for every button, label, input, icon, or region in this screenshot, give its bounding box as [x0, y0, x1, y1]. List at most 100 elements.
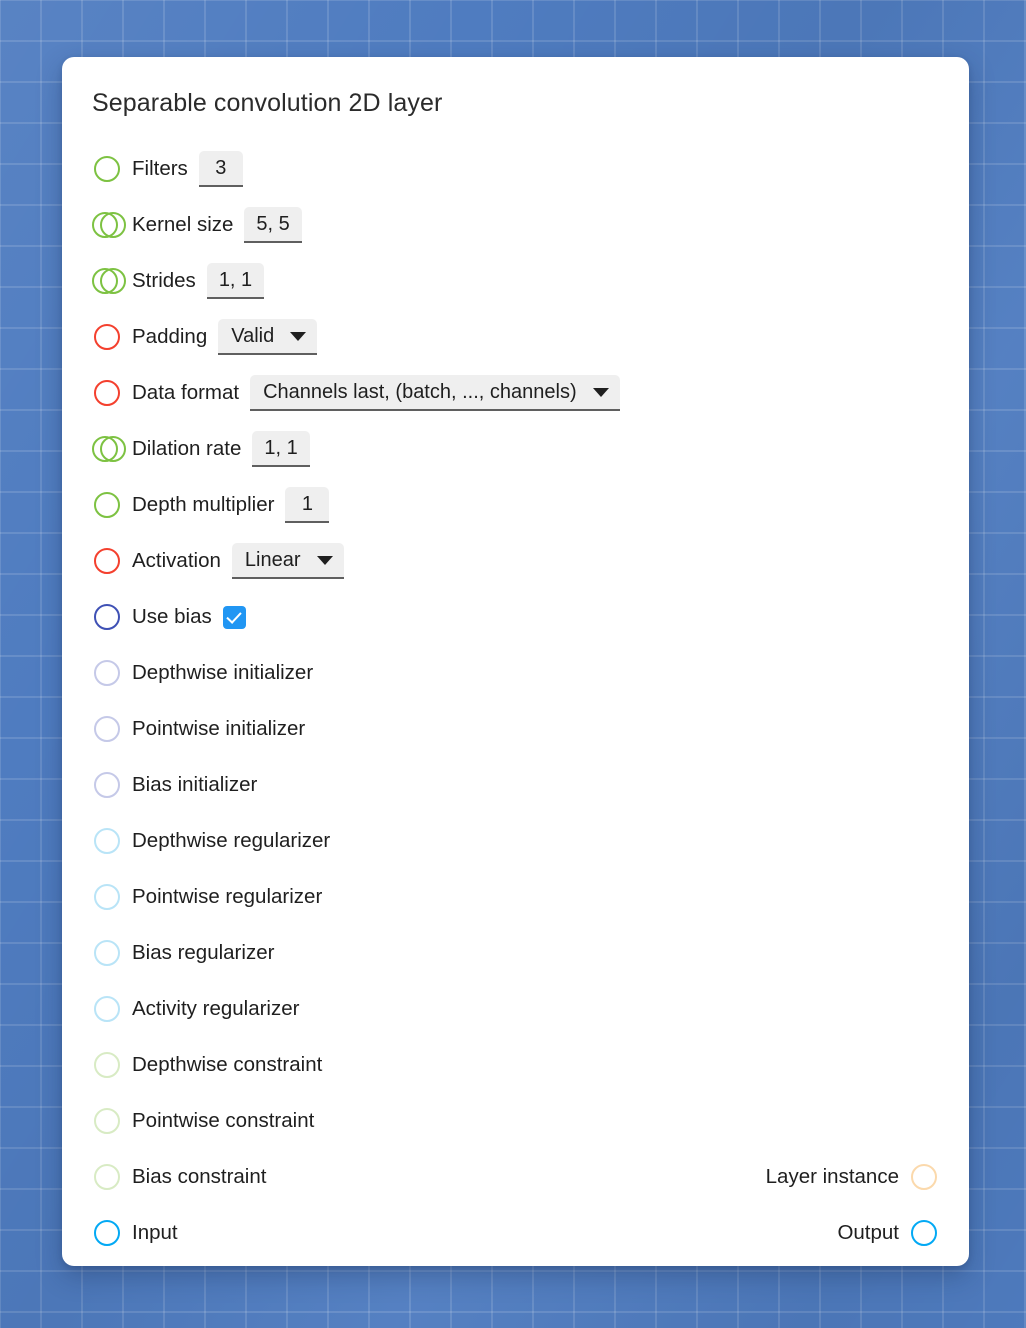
parameter-row-bias-initializer: Bias initializer	[92, 757, 939, 813]
port-ring-primary	[94, 884, 120, 910]
label-dilation-rate: Dilation rate	[132, 437, 242, 460]
label-pointwise-constraint: Pointwise constraint	[132, 1109, 315, 1132]
port-pointwise-regularizer[interactable]	[92, 882, 122, 912]
parameter-row-pointwise-regularizer: Pointwise regularizer	[92, 869, 939, 925]
label-input: Input	[132, 1221, 178, 1244]
parameter-row-padding: Padding Valid	[92, 309, 939, 365]
port-padding[interactable]	[92, 322, 122, 352]
port-ring-primary	[94, 604, 120, 630]
layer-parameter-list: Filters 3 Kernel size 5, 5 Strides 1, 1 Paddin…	[92, 141, 939, 1261]
data-format-select[interactable]: Channels last, (batch, ..., channels)	[250, 375, 620, 411]
label-data-format: Data format	[132, 381, 240, 404]
padding-select[interactable]: Valid	[218, 319, 318, 355]
padding-select-value: Valid	[231, 324, 275, 347]
parameter-row-strides: Strides 1, 1	[92, 253, 939, 309]
port-ring-primary	[94, 1164, 120, 1190]
port-kernel-size[interactable]	[92, 210, 126, 240]
label-bias-regularizer: Bias regularizer	[132, 941, 275, 964]
port-ring-primary	[94, 548, 120, 574]
parameter-row-filters: Filters 3	[92, 141, 939, 197]
parameter-row-bias-regularizer: Bias regularizer	[92, 925, 939, 981]
port-depthwise-constraint[interactable]	[92, 1050, 122, 1080]
strides-input[interactable]: 1, 1	[206, 263, 265, 299]
parameter-row-depthwise-initializer: Depthwise initializer	[92, 645, 939, 701]
chevron-down-icon	[592, 387, 609, 397]
port-ring-primary	[94, 492, 120, 518]
parameter-row-pointwise-constraint: Pointwise constraint	[92, 1093, 939, 1149]
chevron-down-icon	[290, 331, 307, 341]
port-bias-regularizer[interactable]	[92, 938, 122, 968]
port-ring-primary	[94, 1220, 120, 1246]
label-depthwise-initializer: Depthwise initializer	[132, 661, 314, 684]
port-depthwise-initializer[interactable]	[92, 658, 122, 688]
port-ring-primary	[911, 1164, 937, 1190]
port-ring-primary	[94, 324, 120, 350]
filters-input[interactable]: 3	[198, 151, 243, 187]
port-bias-initializer[interactable]	[92, 770, 122, 800]
port-strides[interactable]	[92, 266, 126, 296]
output-group-output: Output	[837, 1205, 939, 1261]
parameter-row-depthwise-constraint: Depthwise constraint	[92, 1037, 939, 1093]
port-ring-primary	[94, 660, 120, 686]
kernel-size-input[interactable]: 5, 5	[244, 207, 302, 243]
port-input[interactable]	[92, 1218, 122, 1248]
dilation-rate-input[interactable]: 1, 1	[252, 431, 310, 467]
parameter-row-kernel-size: Kernel size 5, 5	[92, 197, 939, 253]
port-ring-primary	[92, 268, 118, 294]
port-ring-primary	[92, 436, 118, 462]
label-strides: Strides	[132, 269, 196, 292]
port-ring-primary	[94, 380, 120, 406]
label-filters: Filters	[132, 157, 188, 180]
port-depthwise-regularizer[interactable]	[92, 826, 122, 856]
port-output[interactable]	[909, 1218, 939, 1248]
port-ring-primary	[94, 716, 120, 742]
parameter-row-bias-constraint: Bias constraint Layer instance	[92, 1149, 939, 1205]
parameter-row-activation: Activation Linear	[92, 533, 939, 589]
port-ring-primary	[94, 156, 120, 182]
port-pointwise-constraint[interactable]	[92, 1106, 122, 1136]
port-ring-primary	[92, 212, 118, 238]
layer-node-card: Separable convolution 2D layer Filters 3 K…	[62, 57, 969, 1266]
parameter-row-pointwise-initializer: Pointwise initializer	[92, 701, 939, 757]
port-activation[interactable]	[92, 546, 122, 576]
depth-multiplier-input[interactable]: 1	[285, 487, 330, 523]
port-bias-constraint[interactable]	[92, 1162, 122, 1192]
data-format-select-value: Channels last, (batch, ..., channels)	[263, 380, 577, 403]
port-ring-primary	[94, 828, 120, 854]
label-depth-multiplier: Depth multiplier	[132, 493, 275, 516]
port-data-format[interactable]	[92, 378, 122, 408]
port-activity-regularizer[interactable]	[92, 994, 122, 1024]
port-ring-primary	[94, 940, 120, 966]
label-pointwise-initializer: Pointwise initializer	[132, 717, 306, 740]
label-depthwise-constraint: Depthwise constraint	[132, 1053, 323, 1076]
parameter-row-activity-regularizer: Activity regularizer	[92, 981, 939, 1037]
label-padding: Padding	[132, 325, 208, 348]
label-layer-instance: Layer instance	[765, 1165, 899, 1188]
parameter-row-dilation-rate: Dilation rate 1, 1	[92, 421, 939, 477]
port-layer-instance[interactable]	[909, 1162, 939, 1192]
label-bias-constraint: Bias constraint	[132, 1165, 267, 1188]
label-use-bias: Use bias	[132, 605, 212, 628]
output-group-layer-instance: Layer instance	[766, 1149, 939, 1205]
port-pointwise-initializer[interactable]	[92, 714, 122, 744]
port-filters[interactable]	[92, 154, 122, 184]
port-ring-primary	[911, 1220, 937, 1246]
parameter-row-depthwise-regularizer: Depthwise regularizer	[92, 813, 939, 869]
parameter-row-data-format: Data format Channels last, (batch, ..., c…	[92, 365, 939, 421]
port-use-bias[interactable]	[92, 602, 122, 632]
page-title: Separable convolution 2D layer	[92, 89, 443, 117]
parameter-row-use-bias: Use bias	[92, 589, 939, 645]
port-ring-primary	[94, 1108, 120, 1134]
label-bias-initializer: Bias initializer	[132, 773, 258, 796]
port-dilation-rate[interactable]	[92, 434, 126, 464]
use-bias-checkbox[interactable]	[222, 605, 246, 629]
parameter-row-input: Input Output	[92, 1205, 939, 1261]
label-depthwise-regularizer: Depthwise regularizer	[132, 829, 331, 852]
activation-select[interactable]: Linear	[231, 543, 344, 579]
port-ring-primary	[94, 772, 120, 798]
port-depth-multiplier[interactable]	[92, 490, 122, 520]
label-activity-regularizer: Activity regularizer	[132, 997, 300, 1020]
chevron-down-icon	[316, 555, 333, 565]
label-activation: Activation	[132, 549, 221, 572]
port-ring-primary	[94, 1052, 120, 1078]
